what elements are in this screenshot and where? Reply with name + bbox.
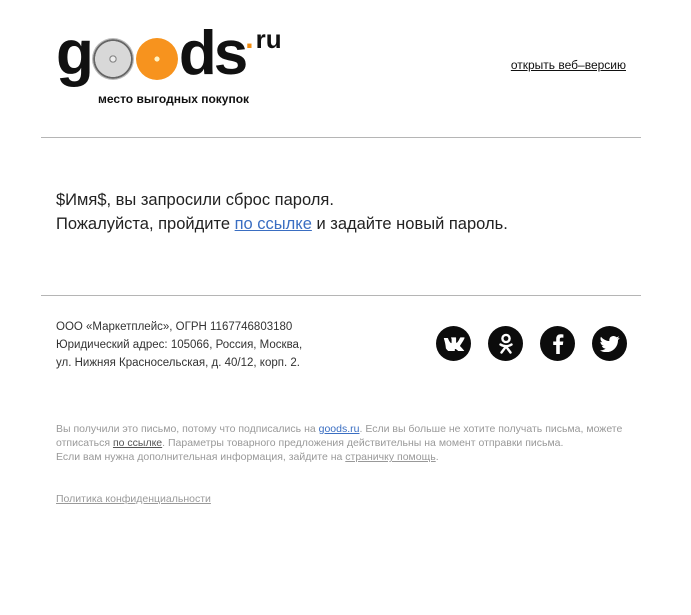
legal-line: ул. Нижняя Красносельская, д. 40/12, кор…: [56, 357, 300, 369]
email-container: g ds . ru место выгодных покупок открыть…: [41, 0, 641, 596]
company-legal-info: ООО «Маркетплейс», ОГРН 1167746803180 Юр…: [56, 318, 302, 372]
notice-text: .: [435, 451, 439, 463]
help-page-link[interactable]: страничку помощь: [345, 451, 435, 463]
reset-password-link[interactable]: по ссылке: [235, 215, 312, 233]
twitter-icon[interactable]: [592, 326, 627, 361]
reset-message: $Имя$, вы запросили сброс пароля. Пожалу…: [56, 188, 508, 236]
vk-icon[interactable]: [436, 326, 471, 361]
logo-letters-ds: ds: [178, 19, 248, 88]
subscription-notice: Вы получили это письмо, потому что подпи…: [56, 422, 626, 464]
email-body: $Имя$, вы запросили сброс пароля. Пожалу…: [41, 138, 641, 296]
logo-wordmark: g ds . ru: [56, 19, 282, 88]
orange-slice-icon: [135, 38, 178, 80]
email-header: g ds . ru место выгодных покупок открыть…: [41, 0, 641, 138]
facebook-icon[interactable]: [540, 326, 575, 361]
notice-text: Если вам нужна дополнительная информация…: [56, 451, 346, 463]
unsubscribe-link[interactable]: по ссылке: [113, 437, 162, 449]
logo-dot: .: [245, 22, 254, 55]
open-web-version-link[interactable]: открыть веб–версию: [511, 58, 626, 72]
logo-ru: ru: [255, 24, 282, 54]
instruction-line: Пожалуйста, пройдите по ссылке и задайте…: [56, 212, 508, 236]
odnoklassniki-icon[interactable]: [488, 326, 523, 361]
goods-logo[interactable]: g ds . ru место выгодных покупок: [56, 19, 326, 114]
legal-line: Юридический адрес: 105066, Россия, Москв…: [56, 339, 303, 351]
logo-tagline: место выгодных покупок: [98, 92, 250, 106]
greeting-line: $Имя$, вы запросили сброс пароля.: [56, 191, 334, 209]
instruction-text-before: Пожалуйста, пройдите: [56, 215, 235, 233]
email-footer: ООО «Маркетплейс», ОГРН 1167746803180 Юр…: [41, 296, 641, 596]
notice-text: Вы получили это письмо, потому что подпи…: [56, 423, 319, 435]
social-links: [436, 326, 627, 361]
goods-site-link[interactable]: goods.ru: [319, 423, 360, 435]
legal-line: ООО «Маркетплейс», ОГРН 1167746803180: [56, 321, 293, 333]
notice-text: . Параметры товарного предложения действ…: [162, 437, 564, 449]
fan-icon: [91, 38, 134, 80]
privacy-policy-link[interactable]: Политика конфиденциальности: [56, 493, 211, 505]
instruction-text-after: и задайте новый пароль.: [311, 215, 508, 233]
logo-letter-g: g: [56, 19, 94, 88]
